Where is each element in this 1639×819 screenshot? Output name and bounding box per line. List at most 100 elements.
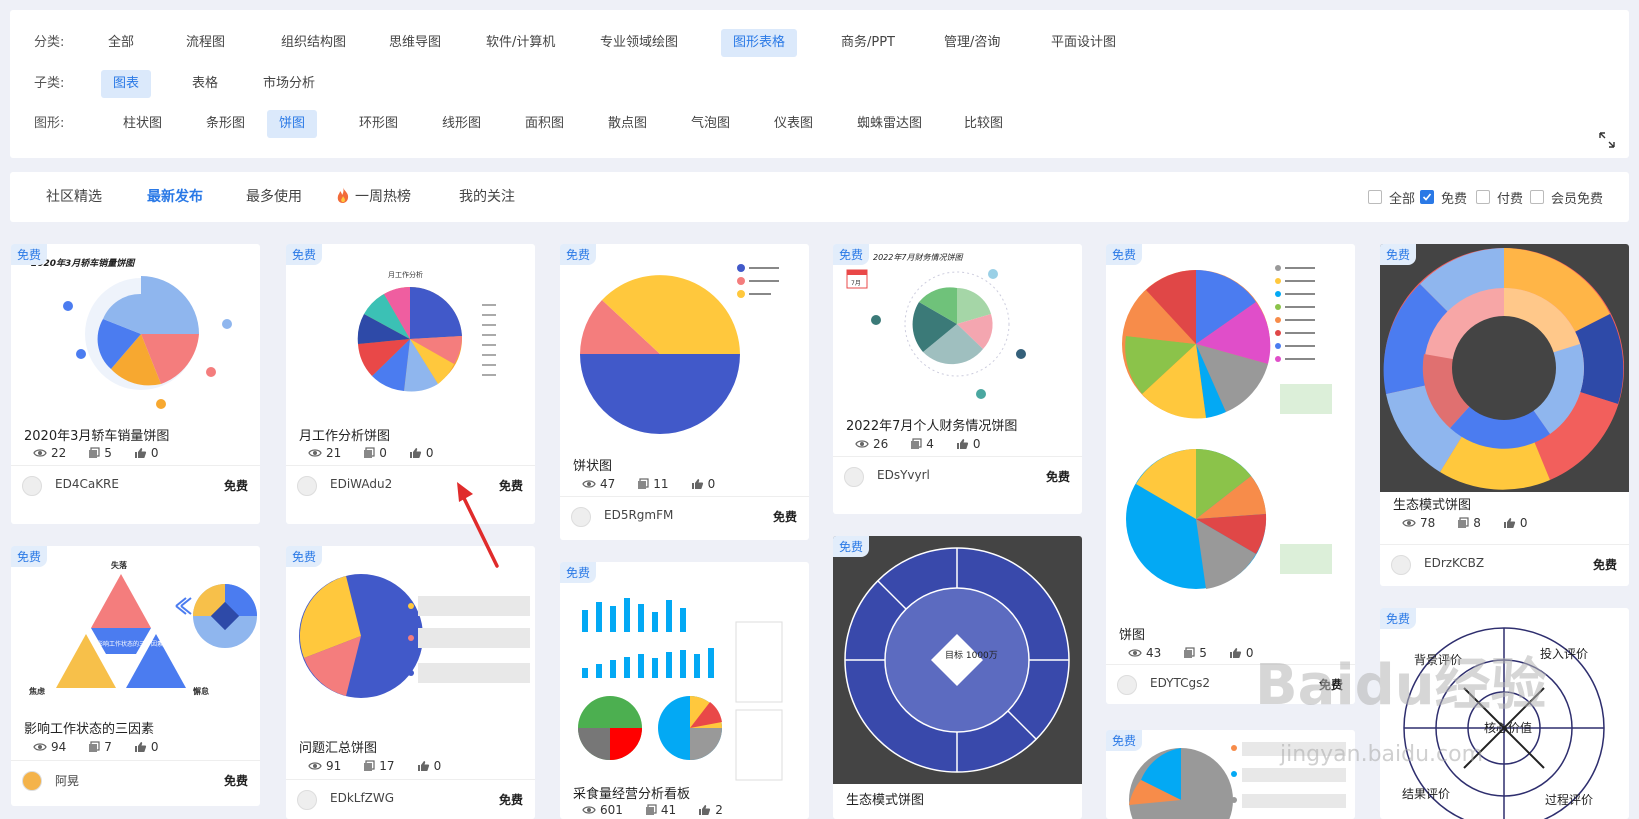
template-card[interactable]: 免费 目标 1000万 生态模式饼图 [833, 536, 1082, 819]
tab-weekly-hot-label: 一周热榜 [355, 189, 411, 205]
avatar[interactable] [1391, 555, 1411, 575]
author-name[interactable]: EDYTCgs2 [1150, 676, 1210, 690]
author-name[interactable]: ED5RgmFM [604, 508, 673, 522]
shape-horizontal-bar[interactable]: 条形图 [194, 110, 257, 138]
card-title[interactable]: 饼图 [1119, 624, 1145, 643]
card-title[interactable]: 问题汇总饼图 [299, 737, 377, 756]
watermark-url: jingyan.baidu.com [1280, 742, 1484, 767]
author-name[interactable]: EDsYvyrl [877, 468, 930, 482]
shape-bar[interactable]: 柱状图 [111, 110, 174, 138]
copy-count: 5 [1199, 646, 1207, 660]
avatar[interactable] [1117, 675, 1137, 695]
price-filter-all[interactable]: 全部 [1368, 172, 1415, 222]
thumb-title: 2020年3月轿车销量饼图 [31, 258, 136, 269]
shape-bubble[interactable]: 气泡图 [679, 110, 742, 138]
like-count: 0 [150, 446, 159, 460]
price-label: 免费 [1592, 558, 1617, 572]
author-name[interactable]: EDrzKCBZ [1424, 556, 1484, 570]
thumb-label: 过程评价 [1545, 792, 1593, 807]
category-management[interactable]: 管理/咨询 [932, 29, 1012, 57]
template-card[interactable]: 免费 失落 影响工作状态的三个因素 焦虑 懈怠 影响工作状态的三因素 94 7 … [11, 546, 260, 806]
card-title[interactable]: 2020年3月轿车销量饼图 [24, 425, 169, 444]
card-title[interactable]: 影响工作状态的三因素 [24, 718, 154, 737]
price-filter-paid[interactable]: 付费 [1476, 172, 1523, 222]
price-filter-free[interactable]: 免费 [1420, 172, 1467, 222]
subcategory-market[interactable]: 市场分析 [251, 70, 327, 98]
flame-icon [337, 187, 349, 203]
subcategory-table[interactable]: 表格 [180, 70, 230, 98]
avatar[interactable] [844, 467, 864, 487]
template-card[interactable]: 免费 生态模式饼图 78 8 0 EDrzKCBZ 免费 [1380, 244, 1629, 586]
copy-count: 17 [379, 759, 395, 773]
thumb-label: 投入评价 [1540, 646, 1588, 661]
template-card[interactable]: 免费 2022年7月财务情况饼图 7月 2022年7月个人财务情况饼图 26 4… [833, 244, 1082, 514]
expand-icon[interactable] [1599, 132, 1615, 148]
card-title[interactable]: 2022年7月个人财务情况饼图 [846, 415, 1017, 434]
card-stats: 91 17 0 [308, 759, 441, 773]
thumb-date: 7月 [851, 280, 861, 287]
card-title[interactable]: 生态模式饼图 [1393, 494, 1471, 513]
tab-following[interactable]: 我的关注 [459, 172, 515, 222]
price-filter-member[interactable]: 会员免费 [1530, 172, 1603, 222]
shape-area[interactable]: 面积图 [513, 110, 576, 138]
category-professional[interactable]: 专业领域绘图 [588, 29, 690, 57]
shape-radar[interactable]: 蜘蛛雷达图 [845, 110, 934, 138]
template-card[interactable]: 免费 采食量经营分析看板 601 41 2 [560, 562, 809, 819]
eye-icon [1402, 519, 1416, 527]
price-label: 免费 [772, 510, 797, 524]
template-card[interactable]: 免费 饼图 43 5 0 EDYTCgs2 免费 [1106, 244, 1355, 704]
copy-count: 41 [660, 803, 677, 817]
free-badge: 免费 [1106, 244, 1143, 265]
template-card[interactable]: 免费 饼状图 47 11 0 ED5RgmFM 免费 [560, 244, 809, 540]
template-card[interactable]: 免费 2020年3月轿车销量饼图 2020年3月轿车销量饼图 22 5 0 ED… [11, 244, 260, 524]
card-stats: 26 4 0 [855, 437, 981, 451]
card-title[interactable]: 采食量经营分析看板 [573, 783, 690, 802]
avatar[interactable] [22, 476, 42, 496]
card-title[interactable]: 生态模式饼图 [846, 789, 924, 808]
tab-weekly-hot[interactable]: 一周热榜 [335, 172, 411, 222]
template-card[interactable]: 免费 问题汇总饼图 91 17 0 EDkLfZWG 免费 [286, 546, 535, 819]
category-org-chart[interactable]: 组织结构图 [269, 29, 358, 57]
author-name[interactable]: EDkLfZWG [330, 791, 394, 805]
avatar[interactable] [22, 771, 42, 791]
avatar[interactable] [297, 476, 317, 496]
card-stats: 47 11 0 [582, 477, 715, 491]
category-software[interactable]: 软件/计算机 [474, 29, 567, 57]
shape-compare[interactable]: 比较图 [952, 110, 1015, 138]
category-flowchart[interactable]: 流程图 [174, 29, 237, 57]
free-badge: 免费 [11, 546, 48, 567]
free-badge: 免费 [833, 536, 870, 557]
category-graphics-table[interactable]: 图形表格 [721, 29, 798, 57]
thumb-label: 懈怠 [193, 686, 209, 696]
price-label: 免费 [498, 793, 523, 807]
card-stats: 43 5 0 [1128, 646, 1254, 660]
tab-latest[interactable]: 最新发布 [147, 172, 203, 222]
tab-most-used[interactable]: 最多使用 [246, 172, 302, 222]
like-icon [956, 439, 969, 449]
author-name[interactable]: ED4CaKRE [55, 477, 119, 491]
avatar[interactable] [297, 790, 317, 810]
shape-pie[interactable]: 饼图 [267, 110, 318, 138]
category-mindmap[interactable]: 思维导图 [377, 29, 453, 57]
avatar[interactable] [571, 507, 591, 527]
like-count: 2 [715, 803, 723, 817]
like-icon [1503, 518, 1516, 528]
author-name[interactable]: 阿晃 [55, 772, 79, 789]
category-graphic-design[interactable]: 平面设计图 [1039, 29, 1128, 57]
shape-donut[interactable]: 环形图 [347, 110, 410, 138]
card-title[interactable]: 饼状图 [573, 455, 612, 474]
like-icon [691, 479, 703, 489]
author-name[interactable]: EDiWAdu2 [330, 477, 392, 491]
category-business-ppt[interactable]: 商务/PPT [829, 29, 907, 57]
like-count: 0 [707, 477, 716, 491]
free-badge: 免费 [560, 562, 597, 583]
category-all[interactable]: 全部 [96, 29, 146, 57]
card-title[interactable]: 月工作分析饼图 [299, 425, 390, 444]
tab-community[interactable]: 社区精选 [46, 172, 102, 222]
subcategory-chart[interactable]: 图表 [101, 70, 152, 98]
copy-icon [645, 804, 657, 815]
shape-line[interactable]: 线形图 [430, 110, 493, 138]
shape-scatter[interactable]: 散点图 [596, 110, 659, 138]
shape-gauge[interactable]: 仪表图 [762, 110, 825, 138]
view-count: 78 [1420, 516, 1436, 530]
